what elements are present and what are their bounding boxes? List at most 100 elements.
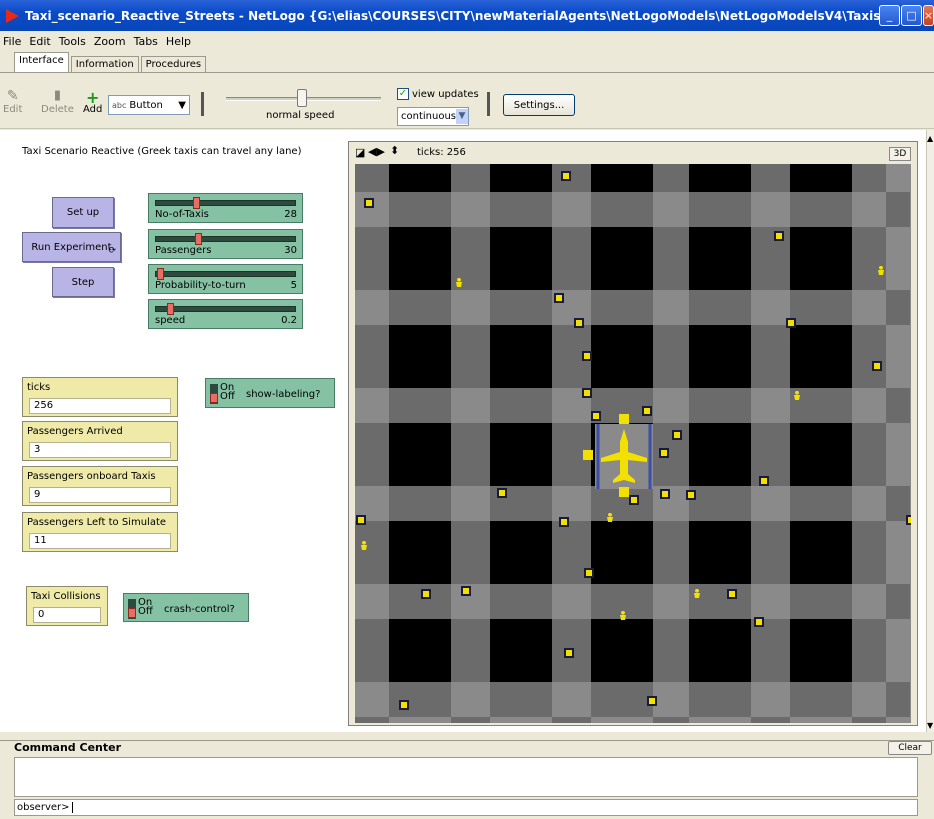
road-tile bbox=[790, 717, 852, 723]
command-input[interactable]: observer> bbox=[14, 799, 918, 816]
switch-off-label: Off bbox=[220, 391, 235, 402]
delete-tool[interactable]: ▮ Delete bbox=[41, 88, 74, 115]
monitor-label: Passengers Left to Simulate bbox=[27, 517, 167, 528]
horizontal-arrows-icon[interactable]: ◀▶ bbox=[368, 145, 385, 158]
step-button[interactable]: Step bbox=[52, 267, 114, 297]
clear-button[interactable]: Clear bbox=[888, 741, 932, 755]
road-tile bbox=[852, 290, 886, 325]
road-tile bbox=[653, 290, 689, 325]
road-tile bbox=[751, 682, 790, 717]
switch-crash-control[interactable]: On Off crash-control? bbox=[123, 593, 249, 622]
settings-button[interactable]: Settings... bbox=[503, 94, 575, 116]
setup-button[interactable]: Set up bbox=[52, 197, 114, 228]
chevron-up-icon[interactable]: ▲ bbox=[927, 134, 933, 143]
ticks-label: ticks: 256 bbox=[417, 147, 466, 158]
menu-file[interactable]: File bbox=[3, 35, 21, 48]
slider-probability-to-turn[interactable]: Probability-to-turn 5 bbox=[148, 264, 303, 294]
road-tile bbox=[451, 682, 490, 717]
slider-speed[interactable]: speed 0.2 bbox=[148, 299, 303, 329]
switch-label: crash-control? bbox=[164, 604, 235, 615]
slider-label: Passengers bbox=[155, 245, 212, 256]
netlogo-logo-icon bbox=[6, 8, 19, 23]
close-button[interactable]: × bbox=[923, 5, 934, 26]
city-block bbox=[790, 619, 852, 682]
taxi-icon bbox=[461, 586, 471, 596]
slider-knob[interactable] bbox=[193, 197, 200, 209]
road-tile bbox=[852, 423, 886, 486]
taxi-icon bbox=[582, 351, 592, 361]
menu-zoom[interactable]: Zoom bbox=[94, 35, 126, 48]
road-tile bbox=[451, 290, 490, 325]
run-experiment-button[interactable]: Run Experiment ⟳ bbox=[22, 232, 121, 262]
road-tile bbox=[389, 192, 451, 227]
view-updates-checkbox[interactable]: ✓ view updates bbox=[397, 88, 479, 100]
road-tile bbox=[552, 682, 591, 717]
road-tile bbox=[653, 325, 689, 388]
taxi-icon bbox=[686, 490, 696, 500]
title-bar: Taxi_scenario_Reactive_Streets - NetLogo… bbox=[0, 0, 934, 31]
switch-on-off: On Off bbox=[138, 598, 153, 617]
menu-tools[interactable]: Tools bbox=[59, 35, 86, 48]
road-tile bbox=[852, 584, 886, 619]
slider-knob[interactable] bbox=[167, 303, 174, 315]
maximize-button[interactable]: □ bbox=[901, 5, 922, 26]
chevron-down-icon[interactable]: ▼ bbox=[927, 721, 933, 730]
switch-toggle[interactable] bbox=[128, 599, 136, 619]
road-tile bbox=[886, 584, 910, 619]
road-tile bbox=[689, 290, 751, 325]
slider-knob[interactable] bbox=[157, 268, 164, 280]
road-tile bbox=[886, 192, 910, 227]
monitor-passengers-arrived: Passengers Arrived 3 bbox=[22, 421, 178, 461]
road-tile bbox=[451, 388, 490, 423]
taxi-icon bbox=[659, 448, 669, 458]
vertical-scrollbar[interactable]: ▲ ▼ bbox=[926, 130, 934, 732]
tab-procedures[interactable]: Procedures bbox=[140, 56, 207, 72]
slider-no-of-taxis[interactable]: No-of-Taxis 28 bbox=[148, 193, 303, 223]
tab-interface[interactable]: Interface bbox=[14, 52, 69, 72]
speed-slider-knob[interactable] bbox=[297, 89, 307, 107]
road-tile bbox=[552, 164, 591, 192]
world-view: ◪ ◀▶ ⬍ ticks: 256 3D bbox=[348, 141, 918, 726]
city-block bbox=[790, 227, 852, 290]
road-tile bbox=[591, 717, 653, 723]
minimize-button[interactable]: _ bbox=[879, 5, 900, 26]
road-tile bbox=[852, 717, 886, 723]
city-block bbox=[689, 325, 751, 388]
switch-show-labeling[interactable]: On Off show-labeling? bbox=[205, 378, 335, 408]
taxi-icon bbox=[754, 617, 764, 627]
menu-tabs[interactable]: Tabs bbox=[134, 35, 158, 48]
road-tile bbox=[591, 290, 653, 325]
menu-help[interactable]: Help bbox=[166, 35, 191, 48]
update-mode-select[interactable]: continuous ▼ bbox=[397, 107, 469, 126]
switch-toggle[interactable] bbox=[210, 384, 218, 404]
slider-knob[interactable] bbox=[195, 233, 202, 245]
road-tile bbox=[653, 619, 689, 682]
tab-information[interactable]: Information bbox=[70, 56, 139, 72]
road-tile bbox=[751, 619, 790, 682]
road-tile bbox=[790, 682, 852, 717]
road-tile bbox=[886, 227, 910, 290]
edit-tool[interactable]: ✎ Edit bbox=[3, 88, 22, 115]
road-tile bbox=[355, 227, 389, 290]
pencil-icon: ✎ bbox=[6, 88, 19, 104]
city-block bbox=[490, 423, 552, 486]
3d-button[interactable]: 3D bbox=[889, 147, 911, 161]
city-block bbox=[490, 619, 552, 682]
road-tile bbox=[389, 717, 451, 723]
road-tile bbox=[591, 192, 653, 227]
road-tile bbox=[790, 486, 852, 521]
add-tool[interactable]: + Add bbox=[83, 88, 102, 115]
city-block bbox=[689, 521, 751, 584]
road-tile bbox=[490, 192, 552, 227]
slider-label: speed bbox=[155, 315, 186, 326]
resize-icon[interactable]: ◪ bbox=[355, 146, 365, 159]
road-tile bbox=[790, 388, 852, 423]
menu-edit[interactable]: Edit bbox=[29, 35, 50, 48]
city-block bbox=[591, 521, 653, 584]
taxi-icon bbox=[356, 515, 366, 525]
widget-type-select[interactable]: abc Button ▼ bbox=[108, 95, 190, 115]
view-updates-label: view updates bbox=[412, 88, 479, 100]
slider-passengers[interactable]: Passengers 30 bbox=[148, 229, 303, 259]
vertical-arrows-icon[interactable]: ⬍ bbox=[390, 144, 399, 157]
road-tile bbox=[852, 486, 886, 521]
